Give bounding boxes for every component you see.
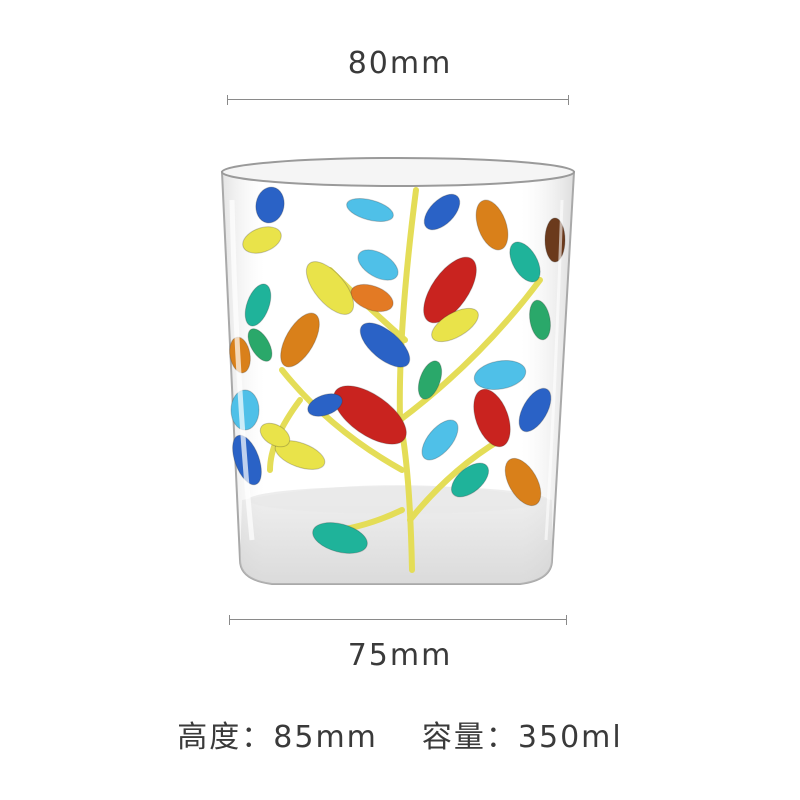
capacity-label: 容量： bbox=[421, 720, 518, 755]
capacity-value: 350ml bbox=[517, 720, 623, 755]
height-label: 高度： bbox=[177, 720, 274, 755]
glass-rim bbox=[221, 157, 575, 187]
bottom-width-dimension-line bbox=[229, 615, 567, 625]
specs-line: 高度：85mm 容量：350ml bbox=[0, 712, 800, 756]
height-value: 85mm bbox=[273, 720, 378, 755]
bottom-width-label: 75mm bbox=[347, 638, 453, 673]
painted-glass-tumbler-image bbox=[220, 157, 576, 585]
